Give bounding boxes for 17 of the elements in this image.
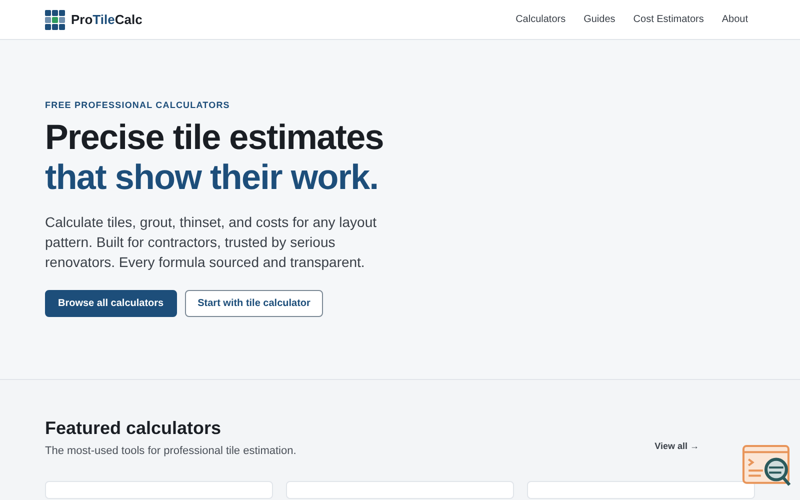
lead-paragraph: Calculate tiles, grout, thinset, and costs for any layout pattern. Built for contractors, trusted by serious renovators. Every formula sourced and transparent. (45, 213, 378, 272)
section-title: Featured calculators (45, 418, 222, 439)
start-button[interactable]: Start with tile calculator (184, 290, 324, 317)
headline: Precise tile estimates (45, 118, 384, 158)
eyebrow-text: FREE PROFESSIONAL CALCULATORS (45, 100, 231, 110)
calculator-card[interactable] (286, 481, 514, 499)
calculator-card[interactable] (45, 481, 273, 499)
logo-icon[interactable] (45, 10, 65, 30)
headline: that show their work. (45, 158, 380, 198)
nav-link[interactable]: Calculators (516, 14, 566, 25)
nav-link[interactable]: Guides (584, 14, 616, 25)
nav-link[interactable]: Cost Estimators (633, 14, 704, 25)
section-subtitle: The most-used tools for professional tile estimation. (45, 445, 296, 457)
brand-name[interactable]: ProTileCalc (71, 12, 142, 27)
nav-link[interactable]: About (722, 14, 748, 25)
browse-button[interactable]: Browse all calculators (45, 290, 177, 317)
view-all-link[interactable]: View all → (654, 441, 699, 451)
